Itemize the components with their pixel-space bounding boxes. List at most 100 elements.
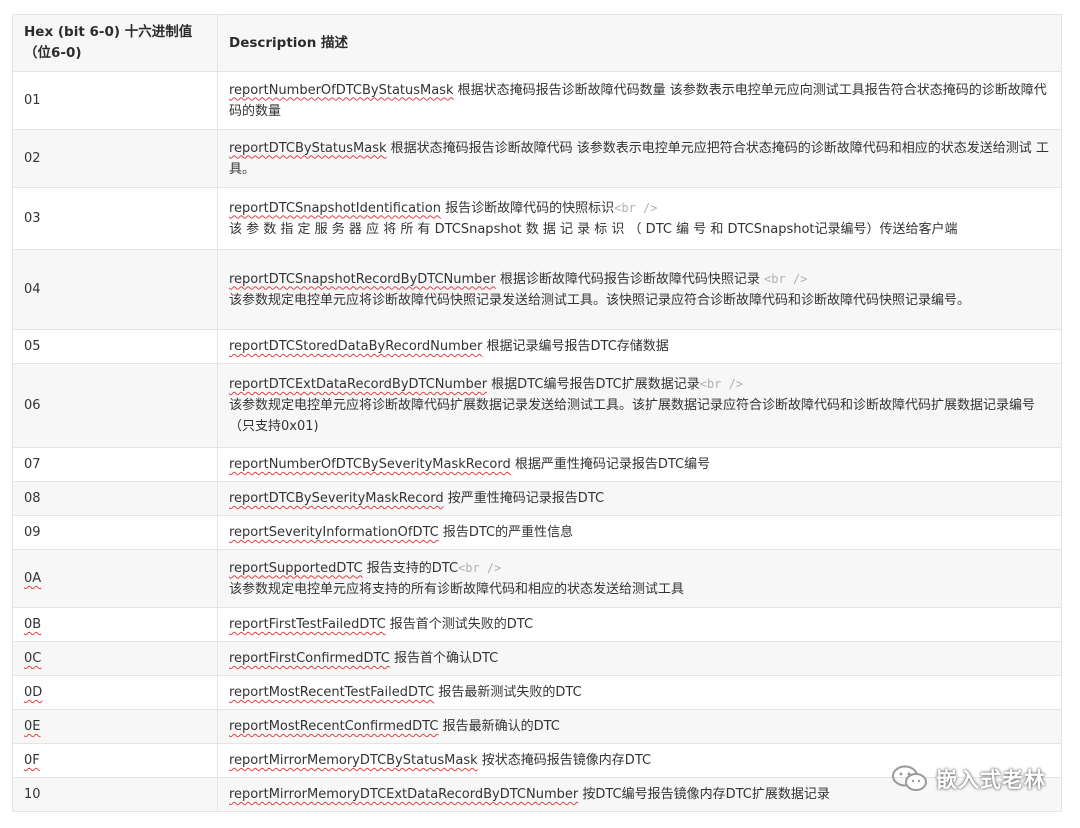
description-text: 根据诊断故障代码报告诊断故障代码快照记录 (495, 271, 765, 287)
table-header-row: Hex (bit 6-0) 十六进制值（位6-0) Description 描述 (12, 14, 1062, 72)
hex-cell: 0F (12, 743, 218, 778)
description-text: 报告首个确认DTC (389, 651, 499, 666)
function-name-link[interactable]: reportDTCByStatusMask (229, 141, 387, 156)
description-text: 报告最新确认的DTC (438, 719, 560, 734)
hex-value: 0C (24, 651, 42, 666)
br-tag-text: <br /> (699, 377, 744, 391)
function-name-link[interactable]: reportDTCExtDataRecordByDTCNumber (229, 377, 487, 392)
function-name-link[interactable]: reportDTCBySeverityMaskRecord (229, 491, 444, 506)
description-cell: reportMostRecentTestFailedDTC 报告最新测试失败的D… (217, 675, 1062, 710)
description-cell: reportDTCByStatusMask 根据状态掩码报告诊断故障代码 该参数… (217, 129, 1062, 188)
hex-value: 06 (24, 398, 41, 413)
table-row: 04 reportDTCSnapshotRecordByDTCNumber 根据诊… (12, 249, 1062, 330)
function-name-link[interactable]: reportMirrorMemoryDTCExtDataRecordByDTCN… (229, 787, 578, 802)
hex-cell: 05 (12, 329, 218, 364)
description-detail: 该参数规定电控单元应将诊断故障代码扩展数据记录发送给测试工具。该扩展数据记录应符… (229, 398, 1036, 434)
description-text: 报告支持的DTC (362, 560, 459, 576)
br-tag-text: <br /> (764, 271, 808, 286)
hex-cell: 06 (12, 363, 218, 448)
description-cell: reportDTCSnapshotIdentification 报告诊断故障代码… (217, 187, 1062, 250)
table-row: 05 reportDTCStoredDataByRecordNumber 根据记录… (12, 329, 1062, 364)
function-name-link[interactable]: reportMostRecentConfirmedDTC (229, 719, 438, 734)
description-cell: reportDTCStoredDataByRecordNumber 根据记录编号… (217, 329, 1062, 364)
hex-value: 0F (24, 753, 40, 768)
description-detail: 该参数规定电控单元应将诊断故障代码快照记录发送给测试工具。该快照记录应符合诊断故… (229, 292, 971, 308)
watermark: 嵌入式老林 (890, 764, 1046, 794)
function-name-link[interactable]: reportDTCSnapshotIdentification (229, 201, 441, 216)
description-cell: reportDTCSnapshotRecordByDTCNumber 根据诊断故… (217, 249, 1062, 330)
hex-cell: 0B (12, 607, 218, 642)
description-cell: reportSeverityInformationOfDTC 报告DTC的严重性… (217, 515, 1062, 550)
table-row: 09 reportSeverityInformationOfDTC 报告DTC的严… (12, 515, 1062, 550)
function-name-link[interactable]: reportSeverityInformationOfDTC (229, 525, 439, 540)
table-row: 0C reportFirstConfirmedDTC 报告首个确认DTC (12, 641, 1062, 676)
hex-value: 01 (24, 93, 41, 108)
function-name-link[interactable]: reportDTCSnapshotRecordByDTCNumber (229, 272, 496, 287)
description-text: 报告DTC的严重性信息 (438, 525, 574, 540)
table-row: 07 reportNumberOfDTCBySeverityMaskRecord … (12, 447, 1062, 482)
wechat-icon (892, 765, 927, 791)
dtc-subfunction-table: Hex (bit 6-0) 十六进制值（位6-0) Description 描述… (12, 14, 1062, 812)
hex-cell: 04 (12, 249, 218, 330)
table-row: 08 reportDTCBySeverityMaskRecord 按严重性掩码记录… (12, 481, 1062, 516)
function-name-link[interactable]: reportNumberOfDTCByStatusMask (229, 83, 454, 98)
function-name-link[interactable]: reportFirstTestFailedDTC (229, 617, 386, 632)
description-text: 报告首个测试失败的DTC (385, 617, 534, 632)
hex-cell: 10 (12, 777, 218, 812)
hex-cell: 0A (12, 549, 218, 608)
watermark-text: 嵌入式老林 (936, 768, 1046, 792)
description-text: 报告最新测试失败的DTC (434, 685, 582, 700)
hex-value: 03 (24, 211, 41, 226)
description-detail: 该 参 数 指 定 服 务 器 应 将 所 有 DTCSnapshot 数 据 … (229, 221, 958, 237)
description-detail: 该参数规定电控单元应将支持的所有诊断故障代码和相应的状态发送给测试工具 (229, 581, 685, 597)
function-name-link[interactable]: reportSupportedDTC (229, 561, 363, 576)
function-name-link[interactable]: reportFirstConfirmedDTC (229, 651, 390, 666)
br-tag-text: <br /> (614, 200, 658, 215)
hex-value: 02 (24, 151, 41, 166)
hex-cell: 0E (12, 709, 218, 744)
table-row: 03 reportDTCSnapshotIdentification 报告诊断故障… (12, 187, 1062, 250)
description-cell: reportSupportedDTC 报告支持的DTC<br /> 该参数规定电控… (217, 549, 1062, 608)
description-cell: reportDTCBySeverityMaskRecord 按严重性掩码记录报告… (217, 481, 1062, 516)
hex-cell: 02 (12, 129, 218, 188)
header-description: Description 描述 (217, 14, 1062, 72)
description-cell: reportMostRecentConfirmedDTC 报告最新确认的DTC (217, 709, 1062, 744)
table-body: 01 reportNumberOfDTCByStatusMask 根据状态掩码报告… (12, 71, 1062, 812)
hex-value: 0E (24, 719, 41, 734)
description-cell: reportDTCExtDataRecordByDTCNumber 根据DTC编… (217, 363, 1062, 448)
br-tag-text: <br /> (458, 560, 502, 575)
hex-value: 10 (24, 787, 41, 802)
hex-value: 05 (24, 339, 41, 354)
hex-value: 0D (24, 685, 43, 700)
function-name-link[interactable]: reportMostRecentTestFailedDTC (229, 685, 434, 700)
hex-cell: 01 (12, 71, 218, 130)
description-text: 根据DTC编号报告DTC扩展数据记录 (487, 377, 700, 392)
hex-cell: 09 (12, 515, 218, 550)
hex-cell: 08 (12, 481, 218, 516)
function-name-link[interactable]: reportDTCStoredDataByRecordNumber (229, 339, 482, 354)
description-text: 报告诊断故障代码的快照标识 (440, 200, 615, 216)
function-name-link[interactable]: reportMirrorMemoryDTCByStatusMask (229, 753, 478, 768)
hex-value: 09 (24, 525, 41, 540)
hex-value: 08 (24, 491, 41, 506)
hex-value: 07 (24, 457, 41, 472)
description-text: 按DTC编号报告镜像内存DTC扩展数据记录 (578, 787, 830, 802)
hex-cell: 03 (12, 187, 218, 250)
table-row: 0A reportSupportedDTC 报告支持的DTC<br /> 该参数规定… (12, 549, 1062, 608)
hex-value: 0B (24, 617, 42, 632)
description-cell: reportFirstConfirmedDTC 报告首个确认DTC (217, 641, 1062, 676)
description-text: 根据记录编号报告DTC存储数据 (482, 339, 669, 354)
description-cell: reportFirstTestFailedDTC 报告首个测试失败的DTC (217, 607, 1062, 642)
hex-value: 0A (24, 571, 42, 586)
hex-cell: 07 (12, 447, 218, 482)
description-text: 按严重性掩码记录报告DTC (443, 491, 605, 506)
description-cell: reportNumberOfDTCByStatusMask 根据状态掩码报告诊断… (217, 71, 1062, 130)
function-name-link[interactable]: reportNumberOfDTCBySeverityMaskRecord (229, 457, 511, 472)
description-text: 根据严重性掩码记录报告DTC编号 (510, 457, 711, 472)
table-row: 01 reportNumberOfDTCByStatusMask 根据状态掩码报告… (12, 71, 1062, 130)
table-row: 0D reportMostRecentTestFailedDTC 报告最新测试失败… (12, 675, 1062, 710)
hex-value: 04 (24, 282, 41, 297)
header-hex: Hex (bit 6-0) 十六进制值（位6-0) (12, 14, 218, 72)
table-row: 02 reportDTCByStatusMask 根据状态掩码报告诊断故障代码 该… (12, 129, 1062, 188)
description-cell: reportNumberOfDTCBySeverityMaskRecord 根据… (217, 447, 1062, 482)
